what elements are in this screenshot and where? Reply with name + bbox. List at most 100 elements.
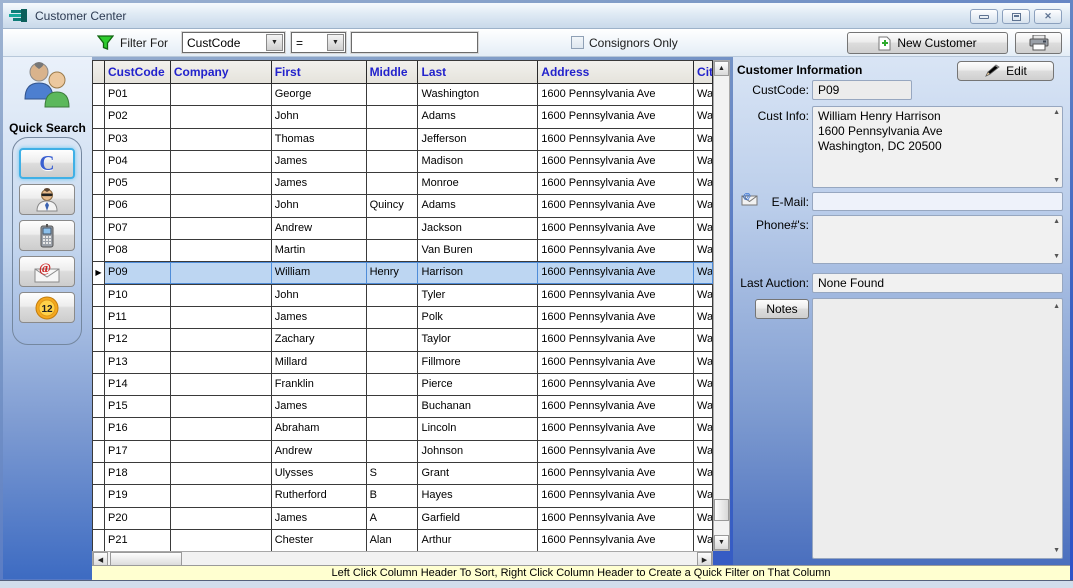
custinfo-field[interactable]: William Henry Harrison 1600 Pennsylvania… xyxy=(812,106,1063,188)
cell-address: 1600 Pennsylvania Ave xyxy=(538,441,694,462)
cell-company xyxy=(171,173,272,194)
badge-12-icon: 12 xyxy=(34,295,60,321)
phones-scroll-down-icon[interactable]: ▼ xyxy=(1053,253,1060,260)
column-header-first[interactable]: First xyxy=(272,61,367,83)
cell-middle: S xyxy=(367,463,419,484)
table-row[interactable]: P21ChesterAlanArthur1600 Pennsylvania Av… xyxy=(93,530,713,552)
quick-search-name-button[interactable] xyxy=(19,184,75,215)
table-row[interactable]: P13MillardFillmore1600 Pennsylvania AveW… xyxy=(93,352,713,374)
cell-first: Ulysses xyxy=(272,463,367,484)
column-header-company[interactable]: Company xyxy=(171,61,272,83)
row-selector xyxy=(93,84,105,105)
quick-search-custcode-button[interactable]: C xyxy=(19,148,75,179)
quick-search-phone-button[interactable] xyxy=(19,220,75,251)
table-row[interactable]: P16AbrahamLincoln1600 Pennsylvania AveWa… xyxy=(93,418,713,440)
phones-scroll-up-icon[interactable]: ▲ xyxy=(1053,218,1060,225)
cell-city: Washington xyxy=(694,329,713,350)
cell-city: Washington xyxy=(694,396,713,417)
column-header-address[interactable]: Address xyxy=(538,61,694,83)
quick-search-auction-button[interactable]: 12 xyxy=(19,292,75,323)
edit-button[interactable]: Edit xyxy=(957,61,1054,81)
printer-icon xyxy=(1029,35,1049,51)
cell-first: Rutherford xyxy=(272,485,367,506)
table-row[interactable]: P20JamesAGarfield1600 Pennsylvania AveWa… xyxy=(93,508,713,530)
cell-address: 1600 Pennsylvania Ave xyxy=(538,262,694,283)
cell-last: Taylor xyxy=(418,329,538,350)
cell-custcode: P08 xyxy=(105,240,171,261)
filter-operator-select[interactable]: = ▼ xyxy=(291,32,346,53)
new-customer-button[interactable]: New Customer xyxy=(847,32,1008,54)
table-row[interactable]: P05JamesMonroe1600 Pennsylvania AveWashi… xyxy=(93,173,713,195)
table-row[interactable]: P15JamesBuchanan1600 Pennsylvania AveWas… xyxy=(93,396,713,418)
cell-company xyxy=(171,530,272,551)
filter-value-input[interactable] xyxy=(351,32,478,53)
row-selector xyxy=(93,307,105,328)
cell-first: Zachary xyxy=(272,329,367,350)
close-button[interactable]: ✕ xyxy=(1034,9,1062,24)
table-row[interactable]: P10JohnTyler1600 Pennsylvania AveWashing… xyxy=(93,285,713,307)
column-header-custcode[interactable]: CustCode xyxy=(105,61,171,83)
cell-middle xyxy=(367,173,419,194)
filter-field-select[interactable]: CustCode ▼ xyxy=(182,32,285,53)
custinfo-label: Cust Info: xyxy=(733,109,809,123)
cell-last: Garfield xyxy=(418,508,538,529)
cell-address: 1600 Pennsylvania Ave xyxy=(538,129,694,150)
custinfo-scroll-up-icon[interactable]: ▲ xyxy=(1053,109,1060,116)
column-header-last[interactable]: Last xyxy=(418,61,538,83)
cell-last: Buchanan xyxy=(418,396,538,417)
table-row[interactable]: P07AndrewJackson1600 Pennsylvania AveWas… xyxy=(93,218,713,240)
table-row[interactable]: P12ZacharyTaylor1600 Pennsylvania AveWas… xyxy=(93,329,713,351)
vertical-scroll-thumb[interactable] xyxy=(714,499,729,521)
cell-middle xyxy=(367,285,419,306)
chevron-down-icon[interactable]: ▼ xyxy=(327,34,344,51)
email-field[interactable] xyxy=(812,192,1063,211)
phones-field[interactable] xyxy=(812,215,1063,264)
scroll-down-button[interactable]: ▼ xyxy=(714,535,729,550)
table-row[interactable]: P04JamesMadison1600 Pennsylvania AveWash… xyxy=(93,151,713,173)
scroll-up-button[interactable]: ▲ xyxy=(714,61,729,76)
notes-button[interactable]: Notes xyxy=(755,299,809,319)
table-row[interactable]: P03ThomasJefferson1600 Pennsylvania AveW… xyxy=(93,129,713,151)
cell-address: 1600 Pennsylvania Ave xyxy=(538,307,694,328)
cell-last: Monroe xyxy=(418,173,538,194)
table-row[interactable]: P06JohnQuincyAdams1600 Pennsylvania AveW… xyxy=(93,195,713,217)
lastauction-field: None Found xyxy=(812,273,1063,293)
chevron-down-icon[interactable]: ▼ xyxy=(266,34,283,51)
cell-city: Washington xyxy=(694,240,713,261)
cell-first: Andrew xyxy=(272,441,367,462)
table-row[interactable]: P02JohnAdams1600 Pennsylvania AveWashing… xyxy=(93,106,713,128)
consignors-only-checkbox[interactable] xyxy=(571,36,584,49)
cell-city: Washington xyxy=(694,218,713,239)
cell-custcode: P16 xyxy=(105,418,171,439)
cell-custcode: P12 xyxy=(105,329,171,350)
cell-company xyxy=(171,218,272,239)
table-row[interactable]: P01GeorgeWashington1600 Pennsylvania Ave… xyxy=(93,84,713,106)
notes-scroll-down-icon[interactable]: ▼ xyxy=(1053,547,1060,554)
minimize-button[interactable] xyxy=(970,9,998,24)
table-row[interactable]: P14FranklinPierce1600 Pennsylvania AveWa… xyxy=(93,374,713,396)
notes-scroll-up-icon[interactable]: ▲ xyxy=(1053,303,1060,310)
row-selector xyxy=(93,151,105,172)
table-row[interactable]: P18UlyssesSGrant1600 Pennsylvania AveWas… xyxy=(93,463,713,485)
cell-last: Van Buren xyxy=(418,240,538,261)
table-row[interactable]: P11JamesPolk1600 Pennsylvania AveWashing… xyxy=(93,307,713,329)
cell-city: Washington xyxy=(694,195,713,216)
column-header-city[interactable]: City xyxy=(694,61,713,83)
table-row[interactable]: P19RutherfordBHayes1600 Pennsylvania Ave… xyxy=(93,485,713,507)
cell-middle xyxy=(367,84,419,105)
lastauction-label: Last Auction: xyxy=(733,276,809,290)
custinfo-scroll-down-icon[interactable]: ▼ xyxy=(1053,177,1060,184)
table-row[interactable]: P08MartinVan Buren1600 Pennsylvania AveW… xyxy=(93,240,713,262)
print-button[interactable] xyxy=(1015,32,1062,54)
pencil-icon xyxy=(984,64,1000,78)
selector-column-header xyxy=(93,61,105,83)
table-row[interactable]: ▶P09WilliamHenryHarrison1600 Pennsylvani… xyxy=(93,262,713,284)
quick-search-email-button[interactable]: @ xyxy=(19,256,75,287)
column-header-middle[interactable]: Middle xyxy=(367,61,419,83)
maximize-button[interactable] xyxy=(1002,9,1030,24)
cell-address: 1600 Pennsylvania Ave xyxy=(538,485,694,506)
table-row[interactable]: P17AndrewJohnson1600 Pennsylvania AveWas… xyxy=(93,441,713,463)
grid-vertical-scrollbar[interactable]: ▲ ▼ xyxy=(713,60,730,551)
notes-field[interactable] xyxy=(812,298,1063,559)
svg-text:12: 12 xyxy=(41,304,53,315)
